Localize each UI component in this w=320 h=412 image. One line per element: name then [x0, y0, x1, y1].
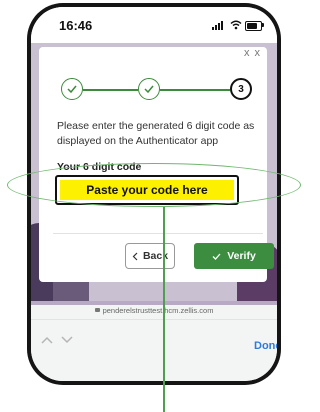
chevron-down-icon[interactable]	[61, 336, 73, 344]
divider	[53, 233, 263, 234]
callout-pointer-line	[163, 207, 165, 412]
step-connector	[160, 89, 230, 91]
step-indicator: 3	[39, 47, 267, 107]
instruction-text: Please enter the generated 6 digit code …	[57, 120, 255, 147]
done-button[interactable]: Done	[254, 340, 277, 352]
callout-highlight-ellipse	[7, 163, 301, 207]
battery-tip	[262, 23, 264, 27]
battery-icon	[245, 21, 262, 31]
status-bar: 16:46	[31, 7, 277, 43]
step-3-current: 3	[230, 78, 252, 100]
chevron-up-icon[interactable]	[41, 336, 53, 344]
back-button[interactable]: Back	[125, 243, 175, 269]
verify-button-label: Verify	[227, 250, 256, 262]
verify-button[interactable]: Verify	[194, 243, 274, 269]
signal-icon	[212, 21, 223, 30]
checkmark-icon	[212, 253, 221, 260]
keyboard-accessory-toolbar: Done	[31, 319, 277, 381]
step-number: 3	[238, 83, 244, 95]
checkmark-icon	[67, 85, 77, 93]
address-bar[interactable]: penderelstrusttest.hcm.zellis.com	[31, 305, 277, 319]
step-1-complete	[61, 78, 83, 100]
wifi-icon	[230, 20, 242, 30]
url-text: penderelstrusttest.hcm.zellis.com	[102, 306, 214, 315]
url-display[interactable]: penderelstrusttest.hcm.zellis.com	[31, 306, 277, 315]
step-connector	[83, 89, 138, 91]
step-2-complete	[138, 78, 160, 100]
checkmark-icon	[144, 85, 154, 93]
status-time: 16:46	[59, 18, 93, 33]
chevron-left-icon	[132, 252, 138, 260]
lock-icon	[94, 308, 100, 312]
